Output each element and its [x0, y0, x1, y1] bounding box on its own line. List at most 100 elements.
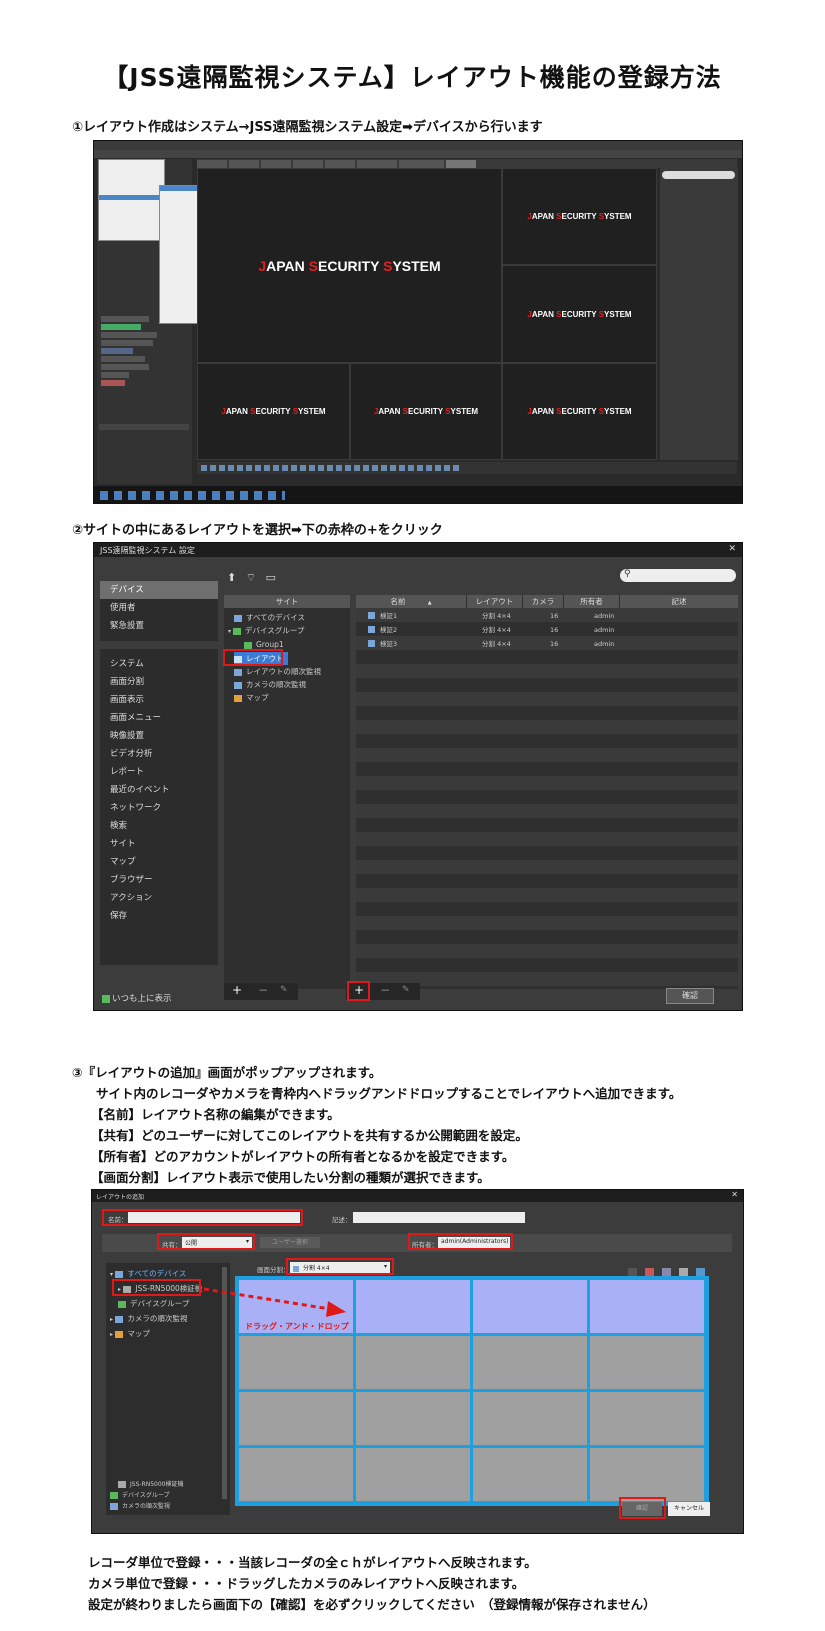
nav-item-users[interactable]: 使用者 [100, 599, 218, 617]
group-icon [244, 641, 252, 649]
col-name[interactable]: 名前 ▲ [356, 595, 466, 608]
layout-tile[interactable] [590, 1280, 704, 1333]
nav-item-split[interactable]: 画面分割 [100, 673, 218, 691]
remove-layout-button[interactable]: − [380, 983, 390, 997]
nav-item-system[interactable]: システム [100, 655, 218, 673]
edit-icon[interactable]: ✎ [402, 985, 410, 995]
step3-line4: 【共有】どのユーザーに対してこのレイアウトを共有するか公開範囲を設定。 [91, 1128, 528, 1143]
step3-line5: 【所有者】どのアカウントがレイアウトの所有者となるかを設定できます。 [91, 1149, 515, 1164]
highlight-confirm [619, 1497, 666, 1519]
table-row[interactable]: 検証3 分割 4×4 16 admin [356, 637, 738, 651]
table-row[interactable]: 検証1 分割 4×4 16 admin [356, 609, 738, 623]
tree-item-layout-sequence[interactable]: レイアウトの順次監視 [234, 665, 321, 678]
split-label: 画面分割： [257, 1266, 290, 1274]
layout-tile[interactable] [356, 1280, 470, 1333]
camera-tile: JAPAN SECURITY SYSTEM [502, 168, 657, 265]
col-layout[interactable]: レイアウト [467, 595, 522, 608]
nav-item-video[interactable]: 映像設置 [100, 727, 218, 745]
footer-note-recorder: レコーダ単位で登録・・・当該レコーダの全ｃｈがレイアウトへ反映されます。 [88, 1555, 537, 1570]
screenshot-settings-device: JSS遠隔監視システム 設定 ✕ ⬆ ⌔ ▭ ⚲ デバイス 使用者 緊急設置 シ… [93, 542, 743, 1011]
search-icon: ⚲ [624, 569, 631, 579]
s1-camera-grid: JAPAN SECURITY SYSTEM JAPAN SECURITY SYS… [197, 168, 657, 460]
layout-tile[interactable] [356, 1392, 470, 1445]
nav-item-action[interactable]: アクション [100, 889, 218, 907]
screenshot-system-menu: JAPAN SECURITY SYSTEM JAPAN SECURITY SYS… [93, 140, 743, 504]
close-icon[interactable]: ✕ [731, 1190, 738, 1199]
group-icon [233, 627, 242, 635]
layout-tile[interactable] [473, 1448, 587, 1501]
user-select-button[interactable]: ユーザー選択 [260, 1237, 320, 1248]
always-on-top-checkbox[interactable]: いつも上に表示 [102, 992, 172, 1004]
col-description[interactable]: 記述 [620, 595, 738, 608]
tree-item-device-group[interactable]: ▾ デバイスグループ [228, 624, 304, 637]
map-icon [234, 694, 242, 702]
camera-tile: JAPAN SECURITY SYSTEM [502, 363, 657, 460]
wifi-icon[interactable]: ⌔ [246, 571, 256, 584]
s3-titlebar: レイアウトの追加 [92, 1190, 743, 1202]
sequence-icon [234, 668, 242, 676]
layout-list-panel: 名前 ▲ レイアウト カメラ 所有者 記述 検証1 分割 4×4 16 admi… [356, 595, 738, 989]
nav-item-display[interactable]: 画面表示 [100, 691, 218, 709]
camera-tile: JAPAN SECURITY SYSTEM [197, 363, 350, 460]
layout-tile[interactable] [590, 1336, 704, 1389]
layout-tile[interactable] [473, 1336, 587, 1389]
layout-tile[interactable] [356, 1448, 470, 1501]
step3-line2: サイト内のレコーダやカメラを青枠内へドラッグアンドドロップすることでレイアウトへ… [96, 1086, 682, 1101]
add-site-button[interactable]: + [232, 983, 242, 997]
tree-item-camera-sequence[interactable]: ▸ カメラの順次監視 [110, 1312, 187, 1325]
nav-item-browser[interactable]: ブラウザー [100, 871, 218, 889]
highlight-share [157, 1233, 255, 1250]
highlight-layout [223, 649, 283, 666]
nav-item-events[interactable]: 最近のイベント [100, 781, 218, 799]
nav-item-report[interactable]: レポート [100, 763, 218, 781]
layout-tile[interactable] [473, 1392, 587, 1445]
layout-tile[interactable] [590, 1448, 704, 1501]
nav-item-emergency[interactable]: 緊急設置 [100, 617, 218, 635]
devices-icon [115, 1270, 124, 1278]
table-row[interactable]: 検証2 分割 4×4 16 admin [356, 623, 738, 637]
layout-tile[interactable] [473, 1280, 587, 1333]
step3-line1: ③『レイアウトの追加』画面がポップアップされます。 [72, 1065, 382, 1080]
tree-item-device-group[interactable]: デバイスグループ [118, 1297, 189, 1310]
close-icon[interactable]: ✕ [728, 544, 736, 554]
add-device-icon[interactable]: ⬆ [227, 571, 236, 584]
highlight-recorder [112, 1279, 201, 1296]
confirm-button[interactable]: 確認 [666, 988, 714, 1004]
s1-titlebar [94, 141, 742, 150]
highlight-add-button [347, 981, 370, 1001]
layout-tile[interactable] [356, 1336, 470, 1389]
tree-item-camera-sequence[interactable]: カメラの順次監視 [234, 678, 306, 691]
nav-item-network[interactable]: ネットワーク [100, 799, 218, 817]
s1-search-input[interactable] [662, 171, 735, 179]
tree-item-all-devices[interactable]: すべてのデバイス [234, 611, 305, 624]
cancel-button[interactable]: キャンセル [668, 1502, 710, 1516]
nav-item-analysis[interactable]: ビデオ分析 [100, 745, 218, 763]
layout-tile[interactable] [590, 1392, 704, 1445]
step3-line3: 【名前】レイアウト名称の編集ができます。 [91, 1107, 340, 1122]
system-dropdown-menu[interactable] [98, 159, 165, 241]
nav-item-search[interactable]: 検索 [100, 817, 218, 835]
nav-item-device[interactable]: デバイス [100, 581, 218, 599]
nav-item-map[interactable]: マップ [100, 853, 218, 871]
edit-icon[interactable]: ✎ [280, 985, 288, 995]
tree-item-map[interactable]: ▸ マップ [110, 1327, 150, 1340]
nav-item-save[interactable]: 保存 [100, 907, 218, 925]
layout-tile[interactable] [239, 1336, 353, 1389]
remove-site-button[interactable]: − [258, 983, 268, 997]
recorder-icon[interactable]: ▭ [266, 571, 276, 584]
layout-tile[interactable] [239, 1392, 353, 1445]
tree-item-camera-sequence[interactable]: カメラの順次監視 [110, 1500, 170, 1513]
description-field[interactable] [353, 1212, 525, 1223]
col-cameras[interactable]: カメラ [523, 595, 563, 608]
s2-search-input[interactable]: ⚲ [620, 569, 736, 582]
tree-item-map[interactable]: マップ [234, 691, 269, 704]
checkbox-icon [102, 994, 110, 1003]
layout-tile[interactable] [239, 1448, 353, 1501]
highlight-name [102, 1209, 303, 1226]
nav-item-site[interactable]: サイト [100, 835, 218, 853]
map-icon [115, 1330, 124, 1338]
col-owner[interactable]: 所有者 [564, 595, 619, 608]
screenshot-add-layout: レイアウトの追加 ✕ 名前： 記述： 共有： 公開 ▾ ユーザー選択 所有者： a… [91, 1189, 744, 1534]
nav-item-menu[interactable]: 画面メニュー [100, 709, 218, 727]
highlight-owner [408, 1233, 513, 1250]
